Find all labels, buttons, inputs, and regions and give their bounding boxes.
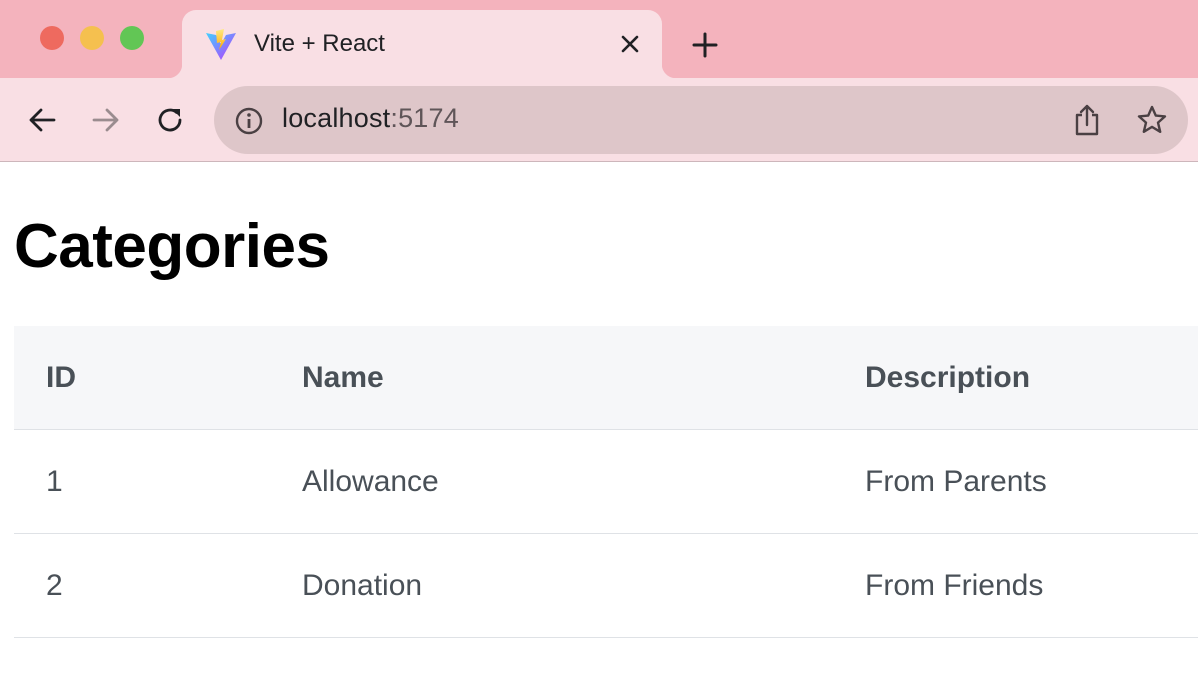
vite-logo-icon (204, 28, 238, 62)
back-arrow-icon[interactable] (20, 98, 64, 142)
window-close-button[interactable] (40, 26, 64, 50)
url-port: :5174 (390, 103, 459, 133)
cell-name: Allowance (302, 464, 439, 498)
page-title: Categories (14, 212, 330, 281)
address-bar[interactable]: localhost:5174 (214, 86, 1188, 154)
cell-description: From Friends (865, 568, 1044, 602)
browser-tab-active[interactable]: Vite + React (168, 10, 676, 78)
cell-id: 1 (46, 464, 63, 498)
new-tab-plus-icon[interactable] (688, 28, 722, 62)
share-icon[interactable] (1072, 103, 1102, 137)
url-host: localhost (282, 103, 391, 133)
table-header: ID Name Description (14, 326, 1198, 430)
categories-table: ID Name Description 1 Allowance From Par… (14, 326, 1198, 638)
column-header-description: Description (865, 360, 1031, 394)
tab-title: Vite + React (254, 30, 385, 57)
cell-description: From Parents (865, 464, 1047, 498)
page-content: Categories ID Name Description 1 Allowan… (0, 163, 1198, 698)
table-row: 2 Donation From Friends (14, 534, 1198, 638)
browser-toolbar: localhost:5174 (0, 78, 1198, 162)
window-maximize-button[interactable] (120, 26, 144, 50)
table-row: 1 Allowance From Parents (14, 430, 1198, 534)
reload-icon[interactable] (148, 98, 192, 142)
column-header-name: Name (302, 360, 384, 394)
forward-arrow-icon[interactable] (84, 98, 128, 142)
site-info-icon[interactable] (234, 106, 264, 136)
close-tab-icon[interactable] (616, 30, 644, 58)
cell-id: 2 (46, 568, 63, 602)
bookmark-star-icon[interactable] (1136, 104, 1168, 136)
column-header-id: ID (46, 360, 76, 394)
window-minimize-button[interactable] (80, 26, 104, 50)
cell-name: Donation (302, 568, 423, 602)
url-text: localhost:5174 (282, 103, 459, 134)
tab-strip: Vite + React (0, 0, 1198, 78)
browser-window: Vite + React localhost:5174 Categories I… (0, 0, 1198, 698)
